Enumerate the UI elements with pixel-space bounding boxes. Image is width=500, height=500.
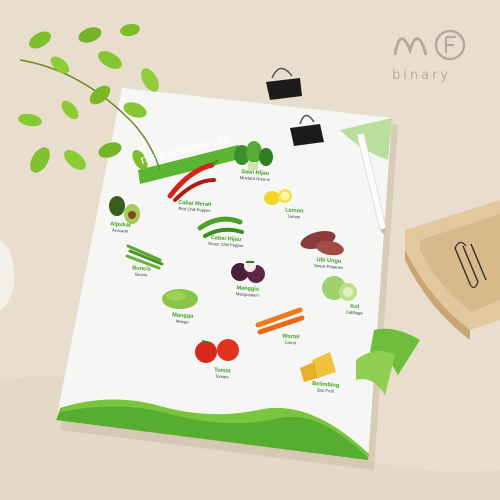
label-mango: Mangga Mango	[171, 312, 194, 325]
label-carrot: Wortel Carrot	[281, 333, 300, 346]
label-tomato: Tomat Tomato	[213, 367, 231, 380]
label-star-fruit: Belimbing Star Fruit	[311, 381, 340, 394]
mango-image	[162, 289, 198, 309]
brand-watermark-text: binary	[392, 68, 452, 83]
label-lemon: Lemon Lemon	[284, 207, 304, 220]
label-avocado: Alpukat Avocado	[109, 221, 131, 234]
label-cabbage: Kol Cabbage	[345, 303, 363, 316]
label-sweet-potatoes: Ubi Ungu Sweet Potatoes	[313, 257, 344, 271]
label-mustard-greens: Sawi Hijau Mustard Greens	[239, 169, 270, 183]
label-red-chili: Cabai Merah Red Chili Pepper	[178, 199, 212, 214]
label-beans: Buncis Beans	[131, 265, 152, 278]
label-mangosteen: Manggis Mangosteen	[235, 285, 260, 298]
